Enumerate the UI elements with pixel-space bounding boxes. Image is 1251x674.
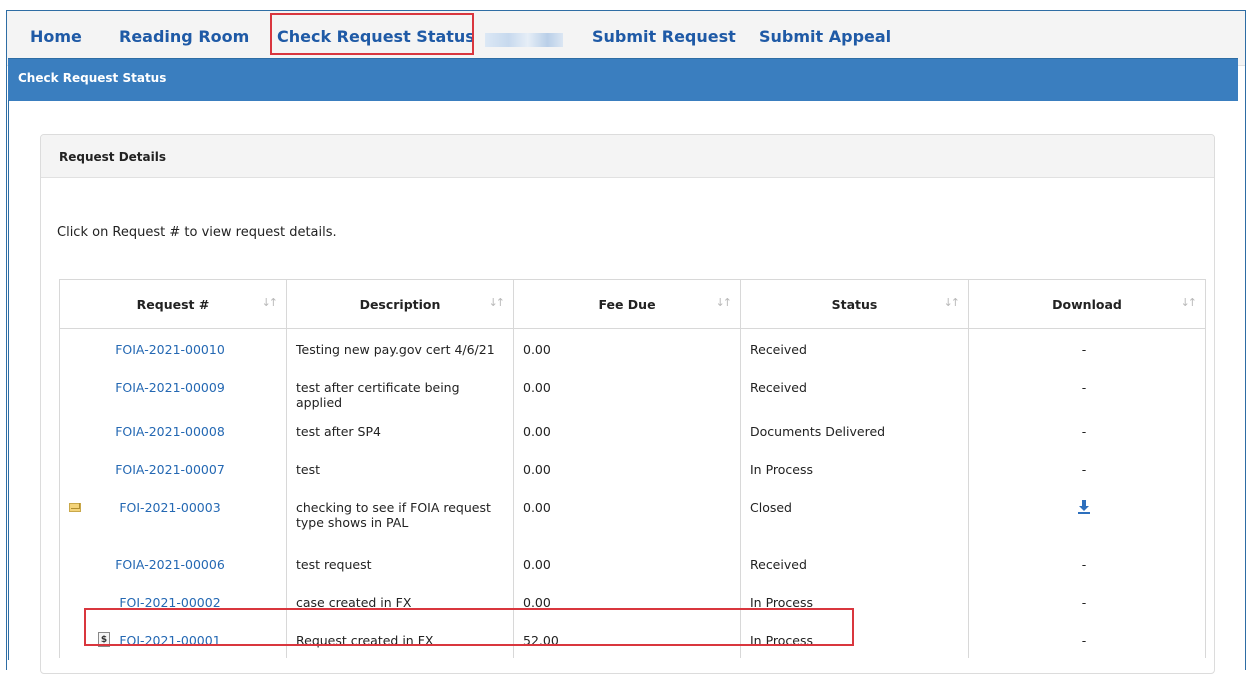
- col-header-download[interactable]: Download ↓↑: [968, 279, 1206, 329]
- table-row: FOIA-2021-00010 Testing new pay.gov cert…: [59, 328, 1206, 367]
- panel-title: Request Details: [59, 150, 167, 164]
- fee-cell: 0.00: [513, 544, 741, 582]
- table-header-row: Request # ↓↑ Description ↓↑ Fee Due ↓↑ Stat…: [59, 279, 1206, 329]
- request-cell: FOIA-2021-00007: [59, 449, 287, 487]
- table-row: FOI-2021-00002 case created in FX 0.00 I…: [59, 582, 1206, 620]
- redacted-nav-item: [485, 33, 563, 47]
- request-link[interactable]: FOIA-2021-00008: [115, 424, 225, 439]
- instruction-text: Click on Request # to view request detai…: [57, 225, 337, 240]
- request-link[interactable]: FOIA-2021-00009: [115, 380, 225, 395]
- fee-cell: 0.00: [513, 411, 741, 449]
- sort-icon[interactable]: ↓↑: [1181, 296, 1198, 309]
- fee-cell: 0.00: [513, 449, 741, 487]
- description-cell: test request: [286, 544, 514, 582]
- request-cell: FOIA-2021-00009: [59, 367, 287, 411]
- sort-icon[interactable]: ↓↑: [262, 296, 279, 309]
- request-link[interactable]: FOI-2021-00003: [119, 500, 220, 515]
- request-cell: $ FOI-2021-00001: [59, 620, 287, 658]
- envelope-icon[interactable]: [69, 503, 81, 512]
- description-cell: test after SP4: [286, 411, 514, 449]
- sort-icon[interactable]: ↓↑: [489, 296, 506, 309]
- table-row: FOIA-2021-00007 test 0.00 In Process -: [59, 449, 1206, 487]
- status-cell: Documents Delivered: [740, 411, 969, 449]
- col-header-request[interactable]: Request # ↓↑: [59, 279, 287, 329]
- download-cell: -: [968, 620, 1206, 658]
- request-cell: FOIA-2021-00010: [59, 328, 287, 367]
- table-row: FOIA-2021-00006 test request 0.00 Receiv…: [59, 544, 1206, 582]
- request-cell: FOI-2021-00003: [59, 487, 287, 544]
- table-row: $ FOI-2021-00001 Request created in FX 5…: [59, 620, 1206, 658]
- request-link[interactable]: FOIA-2021-00007: [115, 462, 225, 477]
- status-cell: In Process: [740, 620, 969, 658]
- dollar-icon[interactable]: $: [98, 632, 110, 647]
- download-cell: -: [968, 367, 1206, 411]
- description-cell: test: [286, 449, 514, 487]
- status-cell: Received: [740, 367, 969, 411]
- request-cell: FOIA-2021-00006: [59, 544, 287, 582]
- request-cell: FOIA-2021-00008: [59, 411, 287, 449]
- nav-highlight-box: [270, 13, 474, 55]
- request-table: Request # ↓↑ Description ↓↑ Fee Due ↓↑ Stat…: [59, 279, 1206, 658]
- table-row: FOI-2021-00003 checking to see if FOIA r…: [59, 487, 1206, 544]
- fee-cell: 0.00: [513, 328, 741, 367]
- description-cell: test after certificate being applied: [286, 367, 514, 411]
- request-cell: FOI-2021-00002: [59, 582, 287, 620]
- nav-submit-appeal[interactable]: Submit Appeal: [759, 27, 891, 46]
- download-cell: -: [968, 582, 1206, 620]
- content-left-border: [8, 100, 9, 660]
- status-cell: In Process: [740, 582, 969, 620]
- nav-submit-request[interactable]: Submit Request: [592, 27, 736, 46]
- download-cell: -: [968, 411, 1206, 449]
- request-link[interactable]: FOI-2021-00002: [119, 595, 220, 610]
- description-cell: checking to see if FOIA request type sho…: [286, 487, 514, 544]
- status-cell: Received: [740, 328, 969, 367]
- fee-cell: 0.00: [513, 487, 741, 544]
- panel-header: Request Details: [41, 135, 1214, 178]
- table-row: FOIA-2021-00008 test after SP4 0.00 Docu…: [59, 411, 1206, 449]
- download-cell: -: [968, 544, 1206, 582]
- nav-home[interactable]: Home: [30, 27, 82, 46]
- download-cell: -: [968, 449, 1206, 487]
- download-cell: -: [968, 328, 1206, 367]
- fee-cell: 0.00: [513, 367, 741, 411]
- col-header-description[interactable]: Description ↓↑: [286, 279, 514, 329]
- description-cell: case created in FX: [286, 582, 514, 620]
- col-header-status[interactable]: Status ↓↑: [740, 279, 969, 329]
- status-cell: In Process: [740, 449, 969, 487]
- fee-cell: 52.00: [513, 620, 741, 658]
- status-cell: Closed: [740, 487, 969, 544]
- nav-reading-room[interactable]: Reading Room: [119, 27, 249, 46]
- sort-icon[interactable]: ↓↑: [716, 296, 733, 309]
- sort-icon[interactable]: ↓↑: [944, 296, 961, 309]
- status-cell: Received: [740, 544, 969, 582]
- download-cell: [968, 487, 1206, 544]
- fee-cell: 0.00: [513, 582, 741, 620]
- download-icon[interactable]: [1078, 500, 1090, 514]
- page-title-bar: Check Request Status: [8, 58, 1238, 101]
- description-cell: Request created in FX: [286, 620, 514, 658]
- table-row: FOIA-2021-00009 test after certificate b…: [59, 367, 1206, 411]
- request-link[interactable]: FOIA-2021-00010: [115, 342, 225, 357]
- col-header-fee-due[interactable]: Fee Due ↓↑: [513, 279, 741, 329]
- request-link[interactable]: FOI-2021-00001: [119, 633, 220, 648]
- page-title: Check Request Status: [18, 71, 167, 85]
- request-link[interactable]: FOIA-2021-00006: [115, 557, 225, 572]
- description-cell: Testing new pay.gov cert 4/6/21: [286, 328, 514, 367]
